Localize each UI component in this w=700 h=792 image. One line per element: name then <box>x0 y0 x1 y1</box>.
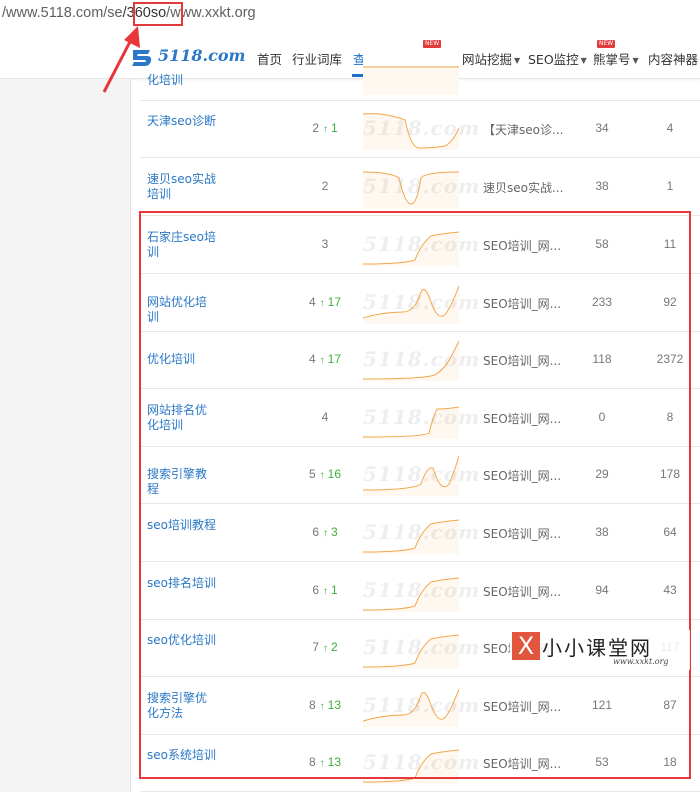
nav-item-0[interactable]: 首页 <box>257 49 282 68</box>
table-row: 天津seo诊断 2 ↑ 1 5118.com 【天津seo诊... 34 4 <box>140 100 700 158</box>
nav-item-label: 行业词库 <box>292 52 343 67</box>
nav-item-5[interactable]: SEO监控 ▼ <box>528 49 587 68</box>
keyword-link[interactable]: 天津seo诊断 <box>147 114 217 129</box>
nav-item-7[interactable]: 内容神器 <box>648 49 698 68</box>
logo-text: 5118.com <box>158 46 246 65</box>
left-sidebar <box>0 79 130 792</box>
highlight-box <box>139 211 691 779</box>
rank-cell: 2 ↑ 1 <box>280 121 370 135</box>
count-cell-2: 4 <box>666 120 674 135</box>
nav-item-1[interactable]: 行业词库 <box>292 49 342 68</box>
rank-cell: 2 <box>280 179 370 193</box>
new-badge: NEW <box>597 40 616 48</box>
chevron-down-icon: ▼ <box>632 56 639 65</box>
rank-value: 2 <box>321 178 329 193</box>
url-text[interactable]: /www.5118.com/se/360so/www.xxkt.org <box>2 5 256 21</box>
trend-sparkline: 5118.com <box>363 107 479 150</box>
trend-area <box>363 171 459 208</box>
rank-change: 1 <box>331 120 338 135</box>
nav-item-4[interactable]: 网站挖掘 ▼ <box>462 49 520 68</box>
count-cell-2: 1 <box>666 178 674 193</box>
page-title-cell[interactable]: 速贝seo实战... <box>483 179 575 196</box>
url-highlight-box <box>133 2 183 26</box>
trend-sparkline <box>363 53 459 95</box>
url-prefix: /www.5118.com/se <box>2 5 123 21</box>
table-row-partial: 化培训 <box>140 53 700 101</box>
keyword-link[interactable]: 速贝seo实战培训 <box>147 172 217 202</box>
xxkt-logo-icon: X <box>512 632 540 660</box>
count-cell-1: 34 <box>595 120 609 135</box>
rank-value: 2 <box>312 120 319 135</box>
site-watermark: X 小小课堂网 www.xxkt.org <box>510 630 690 670</box>
trend-sparkline: 5118.com <box>363 165 479 208</box>
count-cell-1: 38 <box>595 178 609 193</box>
nav-item-label: SEO监控 <box>528 52 579 67</box>
page-title-cell[interactable]: 【天津seo诊... <box>483 121 575 138</box>
nav-item-label: 内容神器 <box>648 52 699 67</box>
trend-area <box>363 113 459 150</box>
chevron-down-icon: ▼ <box>580 56 587 65</box>
nav-item-label: 首页 <box>257 52 283 67</box>
chevron-down-icon: ▼ <box>514 56 521 65</box>
arrow-up-icon: ↑ <box>323 123 328 135</box>
table-row: 速贝seo实战培训 2 5118.com速贝seo实战... 38 1 <box>140 158 700 216</box>
nav-item-6[interactable]: 熊掌号 ▼ <box>593 49 639 68</box>
xxkt-site-url: www.xxkt.org <box>613 657 669 666</box>
new-badge: NEW <box>423 40 442 48</box>
sidebar-divider <box>130 79 131 792</box>
red-arrow-annotation <box>102 26 140 93</box>
nav-item-label: 网站挖掘 <box>462 52 513 67</box>
nav-item-label: 熊掌号 <box>593 52 631 67</box>
